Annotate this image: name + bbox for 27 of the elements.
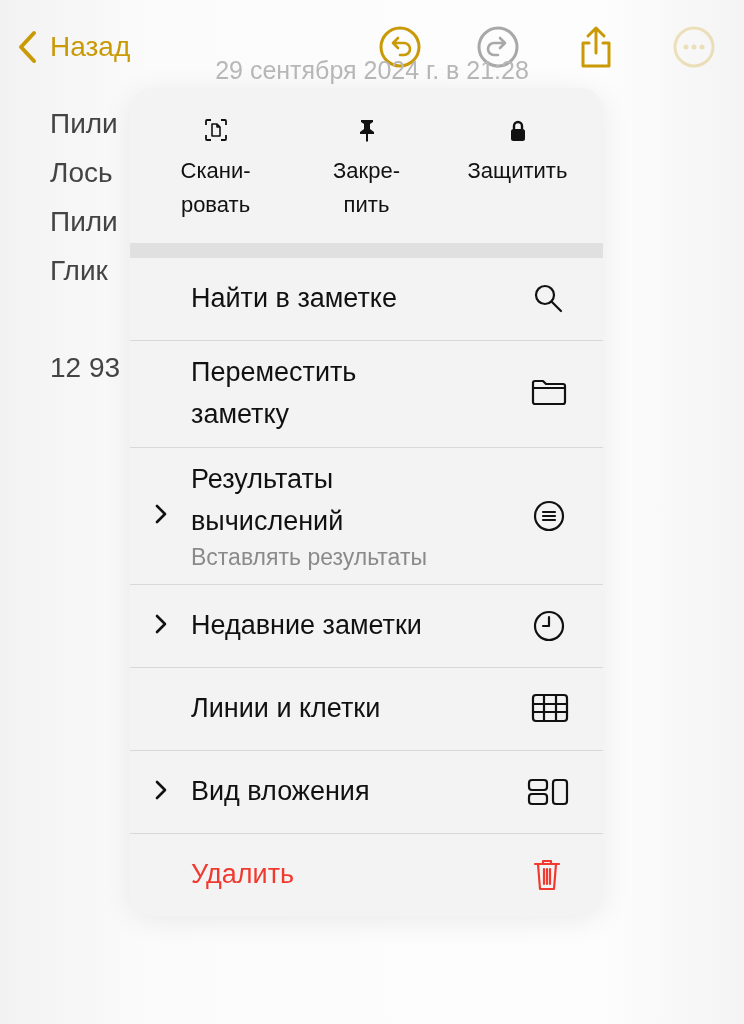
menu-action-button[interactable]: Закре- пить (291, 88, 442, 243)
note-date: 29 сентября 2024 г. в 21:28 (214, 56, 530, 85)
menu-item-label: Найти в заметке (191, 282, 398, 315)
menu-item-subtitle: Вставлять результаты (191, 543, 428, 572)
menu-item-label: Удалить (191, 858, 296, 891)
note-text: 12 93 (50, 351, 121, 385)
menu-item[interactable]: Найти в заметке (130, 258, 603, 341)
menu-item-label: Вид вложения (191, 775, 371, 808)
note-text: Пили (50, 107, 119, 141)
menu-item-label: Линии и клетки (191, 692, 382, 725)
menu-item[interactable]: Недавние заметки (130, 585, 603, 668)
menu-item[interactable]: Линии и клетки (130, 668, 603, 751)
scan-document-icon (203, 118, 228, 144)
more-button[interactable] (672, 25, 716, 69)
menu-item[interactable]: Удалить (130, 834, 603, 916)
menu-item[interactable]: Вид вложения (130, 751, 603, 834)
note-text: Глик (50, 254, 109, 288)
menu-item-label: Переместить заметку (191, 356, 358, 431)
note-text: Лось (50, 156, 114, 190)
menu-item[interactable]: Результаты вычислений Вставлять результаты (130, 448, 603, 585)
note-text: Пили (50, 205, 119, 239)
menu-item-label: Результаты вычислений (191, 463, 345, 538)
menu-item-label: Недавние заметки (191, 609, 423, 642)
menu-action-button[interactable]: Защитить (442, 88, 593, 243)
menu-action-button[interactable]: Скани- ровать (140, 88, 291, 243)
menu-item[interactable]: Переместить заметку (130, 341, 603, 448)
chevron-left-icon (16, 30, 38, 64)
